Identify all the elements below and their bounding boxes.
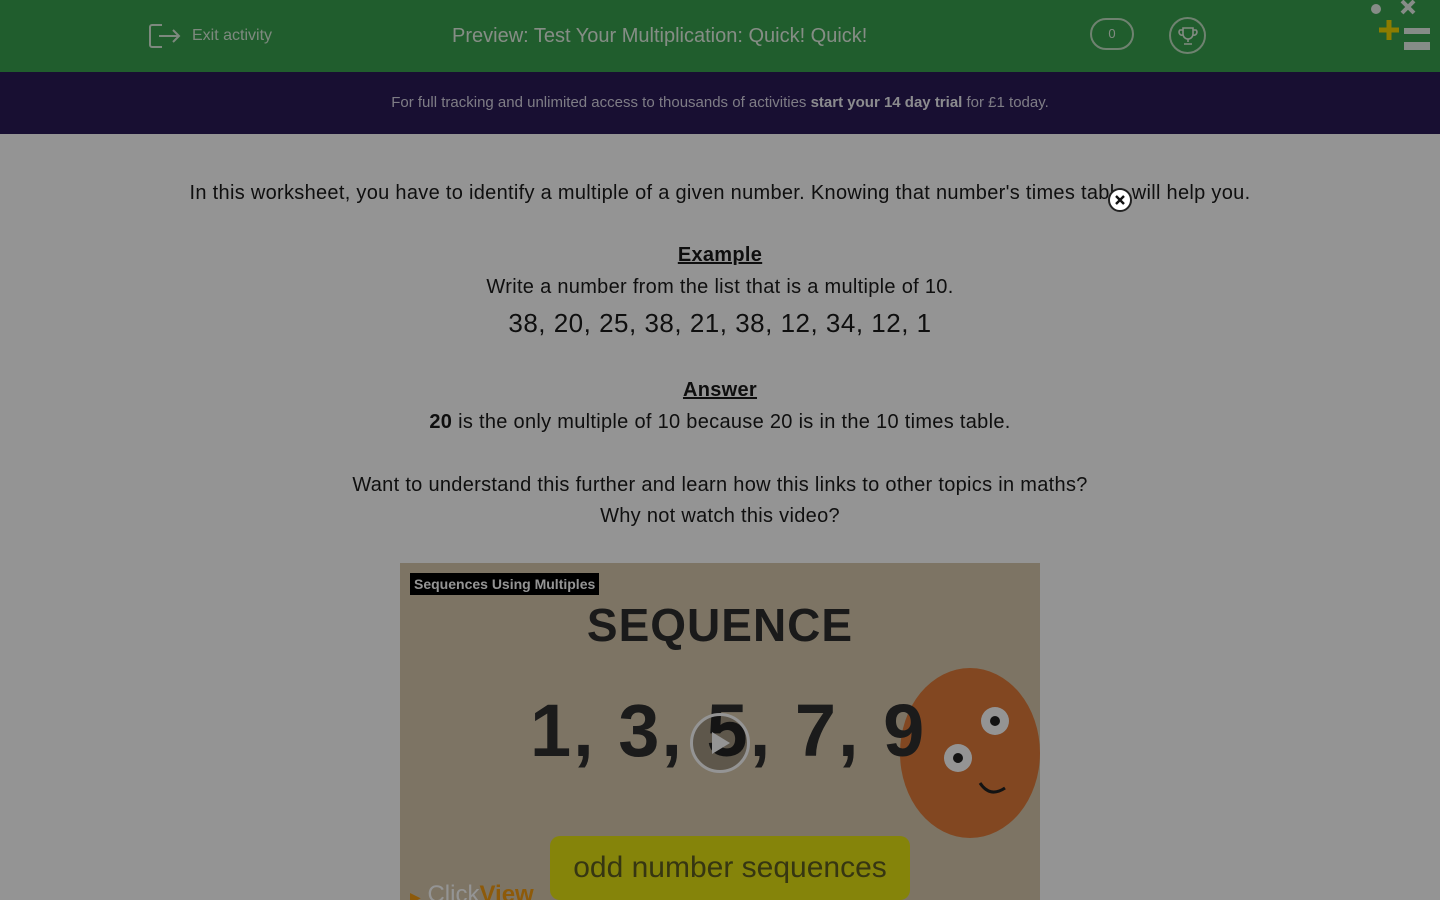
answer-value: 20	[429, 411, 453, 433]
video-brand: ▶ ClickView	[410, 881, 534, 900]
page-title: Preview: Test Your Multiplication: Quick…	[452, 25, 868, 47]
answer-explanation: is the only multiple of 10 because 20 is…	[452, 411, 1011, 433]
top-bar: Exit activity Preview: Test Your Multipl…	[0, 0, 1440, 72]
exit-activity-label: Exit activity	[192, 27, 273, 44]
example-question: Write a number from the list that is a m…	[486, 276, 954, 298]
trophy-button[interactable]	[1169, 17, 1206, 54]
example-heading: Example	[677, 244, 763, 266]
banner-text: For full tracking and unlimited access t…	[391, 94, 811, 111]
intro-text: In this worksheet, you have to identify …	[189, 182, 1251, 204]
video-title: Sequences Using Multiples	[410, 573, 600, 595]
banner-text-end: for £1 today.	[962, 94, 1049, 111]
exit-icon	[149, 24, 181, 48]
brand-logo-icon	[1371, 0, 1430, 50]
exit-activity-button[interactable]: Exit activity	[148, 20, 272, 52]
brand-name-part2: View	[479, 881, 534, 900]
trophy-icon	[1177, 26, 1198, 45]
video-prompt-line1: Want to understand this further and lear…	[352, 474, 1088, 496]
video-prompt-line2: Why not watch this video?	[600, 505, 840, 527]
close-x-icon	[1115, 195, 1125, 205]
trial-link[interactable]: start your 14 day trial	[811, 94, 963, 111]
play-button[interactable]	[690, 713, 750, 773]
play-icon	[712, 732, 730, 754]
score-badge: 0	[1090, 18, 1134, 50]
video-caption: odd number sequences	[550, 836, 910, 900]
brand-triangle-icon: ▶	[410, 889, 421, 900]
close-icon[interactable]	[1108, 188, 1132, 212]
video-player[interactable]: Sequences Using Multiples SEQUENCE 1, 3,…	[400, 563, 1040, 900]
answer-text: 20 is the only multiple of 10 because 20…	[0, 411, 1440, 434]
answer-heading: Answer	[682, 379, 758, 401]
trial-banner: For full tracking and unlimited access t…	[0, 72, 1440, 134]
brand-name-part1: Click	[427, 881, 480, 900]
example-number-list: 38, 20, 25, 38, 21, 38, 12, 34, 12, 1	[508, 308, 932, 338]
video-frame-heading: SEQUENCE	[586, 599, 854, 651]
